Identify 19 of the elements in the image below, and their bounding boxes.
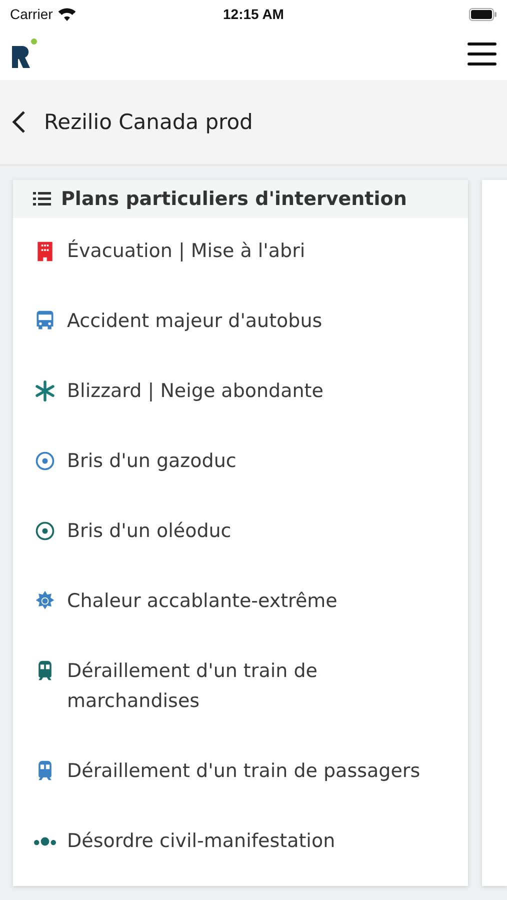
plan-link[interactable]: Déraillement d'un train de passagers [67, 756, 420, 786]
carrier-name: Carrier [10, 6, 53, 22]
status-time: 12:15 AM [223, 6, 284, 22]
battery-icon [468, 8, 497, 20]
back-icon[interactable] [12, 110, 26, 134]
menu-icon[interactable] [467, 42, 497, 66]
plan-link[interactable]: Accident majeur d'autobus [67, 306, 322, 336]
plan-link[interactable]: Déraillement d'un train de marchandises [67, 656, 448, 716]
plan-link[interactable]: Blizzard | Neige abondante [67, 376, 324, 406]
card-title: Plans particuliers d'intervention [61, 188, 407, 210]
logo-icon[interactable] [10, 38, 40, 70]
page-title: Rezilio Canada prod [44, 110, 253, 134]
plan-link[interactable]: Évacuation | Mise à l'abri [67, 236, 306, 266]
list-icon [33, 192, 51, 206]
plan-link[interactable]: Désordre civil-manifestation [67, 826, 336, 856]
plan-link[interactable]: Chaleur accablante-extrême [67, 586, 338, 616]
plan-link[interactable]: Bris d'un gazoduc [67, 446, 236, 476]
plan-link[interactable]: Bris d'un oléoduc [67, 516, 232, 546]
wifi-icon [58, 7, 76, 21]
